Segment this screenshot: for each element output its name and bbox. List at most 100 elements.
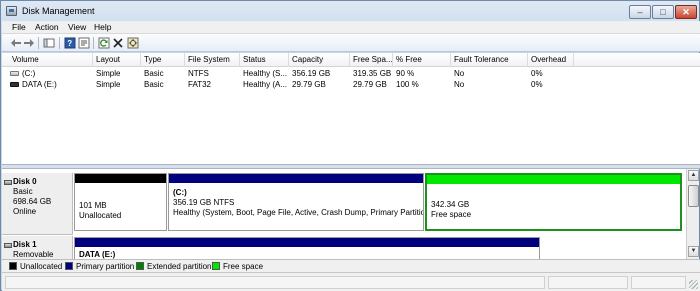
status-cell: Healthy (A... (243, 80, 288, 89)
fault-tolerance-cell: No (454, 69, 465, 78)
legend-label: Extended partition (147, 262, 212, 271)
resize-grip-icon[interactable] (689, 280, 698, 289)
scrollbar-thumb[interactable] (688, 185, 699, 207)
volume-name: DATA (E:) (22, 80, 57, 89)
column-header-volume[interactable]: Volume (9, 53, 93, 67)
window-title: Disk Management (22, 6, 95, 16)
overhead-cell: 0% (531, 80, 543, 89)
legend: Unallocated Primary partition Extended p… (2, 259, 700, 272)
type-cell: Basic (144, 80, 164, 89)
refresh-icon[interactable] (98, 37, 110, 49)
scroll-up-arrow-icon[interactable]: ▲ (688, 170, 699, 181)
title-bar[interactable]: Disk Management – □ ✕ (1, 1, 699, 21)
partition-free-space[interactable]: 342.34 GB Free space (425, 173, 682, 231)
overhead-cell: 0% (531, 69, 543, 78)
disk-view-scrollbar[interactable]: ▲ ▼ (686, 169, 699, 259)
volume-name: (C:) (22, 69, 36, 78)
help-icon[interactable]: ? (64, 37, 76, 49)
partition-color-bar (75, 238, 539, 247)
volume-list: Volume Layout Type File System Status Ca… (2, 53, 700, 165)
free-space-cell: 29.79 GB (353, 80, 387, 89)
fault-tolerance-cell: No (454, 80, 465, 89)
column-header-status[interactable]: Status (240, 53, 289, 67)
legend-item: Primary partition (65, 262, 134, 271)
partition-title: (C:) (173, 188, 187, 197)
disk-name: Disk 0 (13, 177, 37, 186)
free-space-cell: 319.35 GB (353, 69, 392, 78)
layout-cell: Simple (96, 69, 121, 78)
menu-file[interactable]: File (12, 22, 26, 32)
settings-icon[interactable] (127, 37, 139, 49)
partition-status: Free space (431, 210, 472, 219)
partition-status: Healthy (System, Boot, Page File, Active… (173, 208, 424, 217)
partition-size: 101 MB (79, 201, 107, 210)
partition-size: 356.19 GB NTFS (173, 198, 235, 207)
show-hide-console-tree-icon[interactable] (43, 37, 55, 49)
column-header-file-system[interactable]: File System (185, 53, 240, 67)
disk-1-label[interactable]: Disk 1 Removable (2, 236, 73, 259)
partition-color-bar (75, 174, 166, 183)
delete-icon[interactable] (112, 37, 124, 49)
menu-bar: File Action View Help (2, 21, 700, 34)
volume-row[interactable]: (C:) Simple Basic NTFS Healthy (S... 356… (2, 68, 700, 79)
disk-type: Removable (13, 250, 54, 259)
partition-title: DATA (E:) (79, 250, 116, 259)
forward-arrow-icon[interactable] (23, 37, 35, 49)
legend-swatch (65, 262, 73, 270)
percent-free-cell: 100 % (396, 80, 419, 89)
minimize-button[interactable]: – (629, 5, 651, 19)
menu-help[interactable]: Help (94, 22, 111, 32)
menu-action[interactable]: Action (35, 22, 59, 32)
volume-row[interactable]: DATA (E:) Simple Basic FAT32 Healthy (A.… (2, 79, 700, 90)
capacity-cell: 29.79 GB (292, 80, 326, 89)
disk-size: 698.64 GB (13, 197, 52, 206)
drive-icon (10, 71, 19, 77)
volume-cell: DATA (E:) (7, 79, 93, 90)
partition-color-bar (169, 174, 423, 183)
toolbar-separator (38, 37, 39, 49)
volume-cell: (C:) (7, 68, 93, 79)
partition-c-drive[interactable]: (C:) 356.19 GB NTFS Healthy (System, Boo… (168, 173, 424, 231)
column-header-fault-tolerance[interactable]: Fault Tolerance (451, 53, 528, 67)
status-pane (631, 276, 686, 289)
legend-label: Primary partition (76, 262, 135, 271)
legend-item: Unallocated (9, 262, 62, 271)
disk-icon (4, 180, 12, 185)
disk-graphical-view: Disk 0 Basic 698.64 GB Online 101 MB Una… (2, 169, 686, 259)
type-cell: Basic (144, 69, 164, 78)
volume-list-header: Volume Layout Type File System Status Ca… (2, 53, 700, 67)
partition-unallocated[interactable]: 101 MB Unallocated (74, 173, 167, 231)
column-header-overhead[interactable]: Overhead (528, 53, 574, 67)
legend-label: Free space (223, 262, 264, 271)
menu-view[interactable]: View (68, 22, 86, 32)
disk-type: Basic (13, 187, 33, 196)
disk-0-label[interactable]: Disk 0 Basic 698.64 GB Online (2, 173, 73, 235)
svg-text:?: ? (67, 39, 72, 48)
disk-status: Online (13, 207, 37, 216)
close-button[interactable]: ✕ (675, 5, 697, 19)
column-header-free-space[interactable]: Free Spa... (350, 53, 393, 67)
column-header-type[interactable]: Type (141, 53, 185, 67)
properties-icon[interactable] (78, 37, 90, 49)
status-pane (5, 276, 545, 289)
status-bar (2, 272, 700, 291)
partition-size: 342.34 GB (431, 200, 470, 209)
legend-swatch (136, 262, 144, 270)
capacity-cell: 356.19 GB (292, 69, 331, 78)
toolbar: ? (2, 34, 700, 52)
toolbar-separator (93, 37, 94, 49)
layout-cell: Simple (96, 80, 121, 89)
column-header-percent-free[interactable]: % Free (393, 53, 451, 67)
percent-free-cell: 90 % (396, 69, 415, 78)
legend-swatch (212, 262, 220, 270)
back-arrow-icon[interactable] (10, 37, 22, 49)
column-header-capacity[interactable]: Capacity (289, 53, 350, 67)
maximize-button[interactable]: □ (652, 5, 674, 19)
partition-data-e[interactable]: DATA (E:) (74, 237, 540, 259)
partition-color-bar (427, 175, 680, 184)
legend-label: Unallocated (20, 262, 63, 271)
drive-icon (10, 82, 19, 88)
file-system-cell: FAT32 (188, 80, 211, 89)
column-header-layout[interactable]: Layout (93, 53, 141, 67)
scroll-down-arrow-icon[interactable]: ▼ (688, 246, 699, 257)
